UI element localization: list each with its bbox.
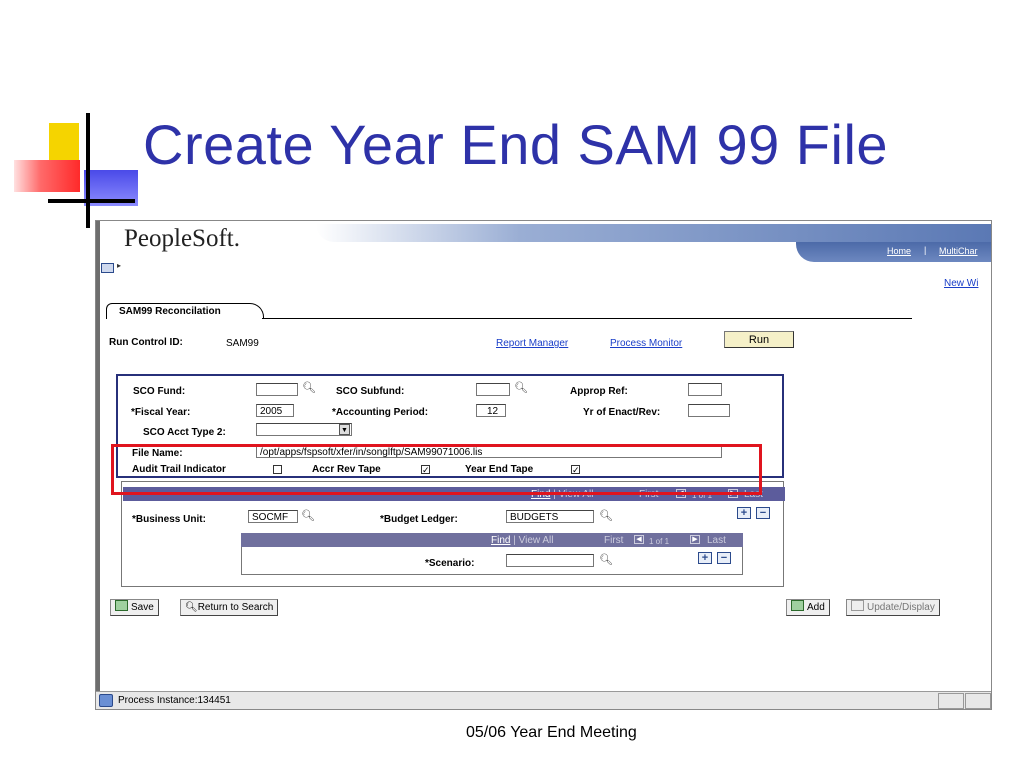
scenario-add-row-icon[interactable]: + (698, 552, 712, 564)
scenario-label: *Scenario: (425, 558, 475, 569)
process-monitor-link[interactable]: Process Monitor (610, 338, 682, 349)
dropdown-arrow-icon[interactable]: ▼ (339, 424, 350, 435)
report-manager-link[interactable]: Report Manager (496, 338, 568, 349)
grid2-view-all-link[interactable]: | View All (513, 535, 553, 546)
run-control-label: Run Control ID: (109, 337, 183, 348)
status-cell (938, 693, 964, 709)
run-button[interactable]: Run (724, 331, 794, 348)
highlight-box (111, 444, 762, 495)
sco-fund-label: SCO Fund: (133, 386, 186, 397)
budget-ledger-label: *Budget Ledger: (380, 514, 458, 525)
business-unit-input[interactable]: SOCMF (248, 510, 298, 523)
grid2-nav-links: Find | View All (491, 535, 553, 546)
multichannel-link[interactable]: MultiChar (939, 246, 978, 256)
sco-fund-input[interactable] (256, 383, 298, 396)
search-icon: 🔍︎ (185, 602, 198, 613)
add-icon (791, 600, 804, 611)
status-cell (965, 693, 991, 709)
fiscal-year-input[interactable]: 2005 (256, 404, 294, 417)
peoplesoft-screenshot: PeopleSoft. Home | MultiChar ▸ New Wi SA… (95, 220, 992, 710)
scenario-lookup-icon[interactable]: 🔍︎ (599, 553, 613, 566)
scenario-delete-row-icon[interactable]: − (717, 552, 731, 564)
menu-arrow-icon[interactable]: ▸ (117, 261, 121, 270)
scenario-input[interactable] (506, 554, 594, 567)
nav-separator: | (924, 245, 927, 255)
grid2-next-icon[interactable]: ▶ (690, 535, 700, 544)
status-text: Process Instance:134451 (118, 695, 231, 706)
tab-underline (262, 318, 912, 319)
sco-subfund-input[interactable] (476, 383, 510, 396)
slide-footer: 05/06 Year End Meeting (466, 724, 637, 741)
save-button[interactable]: Save (110, 599, 159, 616)
status-bar: Process Instance:134451 (96, 691, 991, 709)
sco-fund-lookup-icon[interactable]: 🔍︎ (302, 381, 316, 394)
save-label: Save (131, 602, 154, 613)
frame-left-edge (96, 221, 100, 709)
fiscal-year-label: *Fiscal Year: (131, 407, 191, 418)
sco-subfund-label: SCO Subfund: (336, 386, 405, 397)
grid2-range: 1 of 1 (649, 537, 670, 546)
logo-vertical-line (86, 113, 90, 228)
update-display-label: Update/Display (867, 602, 935, 613)
yr-of-enact-label: Yr of Enact/Rev: (583, 407, 661, 418)
tab-sam99-reconcilation[interactable]: SAM99 Reconcilation (106, 303, 264, 319)
add-row-icon[interactable]: + (737, 507, 751, 519)
run-control-value: SAM99 (226, 338, 259, 349)
grid2-last-link[interactable]: Last (707, 535, 726, 546)
sco-acct-type2-select[interactable] (256, 423, 352, 436)
sco-acct-type2-label: SCO Acct Type 2: (143, 427, 226, 438)
budget-ledger-lookup-icon[interactable]: 🔍︎ (599, 509, 613, 522)
accounting-period-input[interactable]: 12 (476, 404, 506, 417)
grid2-prev-icon[interactable]: ◀ (634, 535, 644, 544)
grid2-find-link[interactable]: Find (491, 535, 510, 546)
grid2-first-link[interactable]: First (604, 535, 623, 546)
logo-red-bar (14, 160, 80, 192)
menu-toggle-icon[interactable] (101, 263, 114, 273)
update-display-icon (851, 600, 864, 611)
return-to-search-label: Return to Search (197, 602, 274, 613)
slide-title: Create Year End SAM 99 File (143, 113, 889, 176)
business-unit-lookup-icon[interactable]: 🔍︎ (301, 509, 315, 522)
save-icon (115, 600, 128, 611)
approp-ref-label: Approp Ref: (570, 386, 628, 397)
header-band (316, 224, 991, 242)
ie-page-icon (99, 694, 113, 707)
update-display-button[interactable]: Update/Display (846, 599, 940, 616)
return-to-search-button[interactable]: 🔍︎Return to Search (180, 599, 279, 616)
approp-ref-input[interactable] (688, 383, 722, 396)
business-unit-label: *Business Unit: (132, 514, 206, 525)
sco-subfund-lookup-icon[interactable]: 🔍︎ (514, 381, 528, 394)
budget-ledger-input[interactable]: BUDGETS (506, 510, 594, 523)
add-button[interactable]: Add (786, 599, 830, 616)
accounting-period-label: *Accounting Period: (332, 407, 429, 418)
delete-row-icon[interactable]: − (756, 507, 770, 519)
add-label: Add (807, 602, 825, 613)
new-window-link[interactable]: New Wi (944, 278, 978, 289)
peoplesoft-logo: PeopleSoft. (124, 225, 240, 252)
logo-horizontal-line (48, 199, 135, 203)
home-link[interactable]: Home (887, 246, 911, 256)
yr-of-enact-input[interactable] (688, 404, 730, 417)
